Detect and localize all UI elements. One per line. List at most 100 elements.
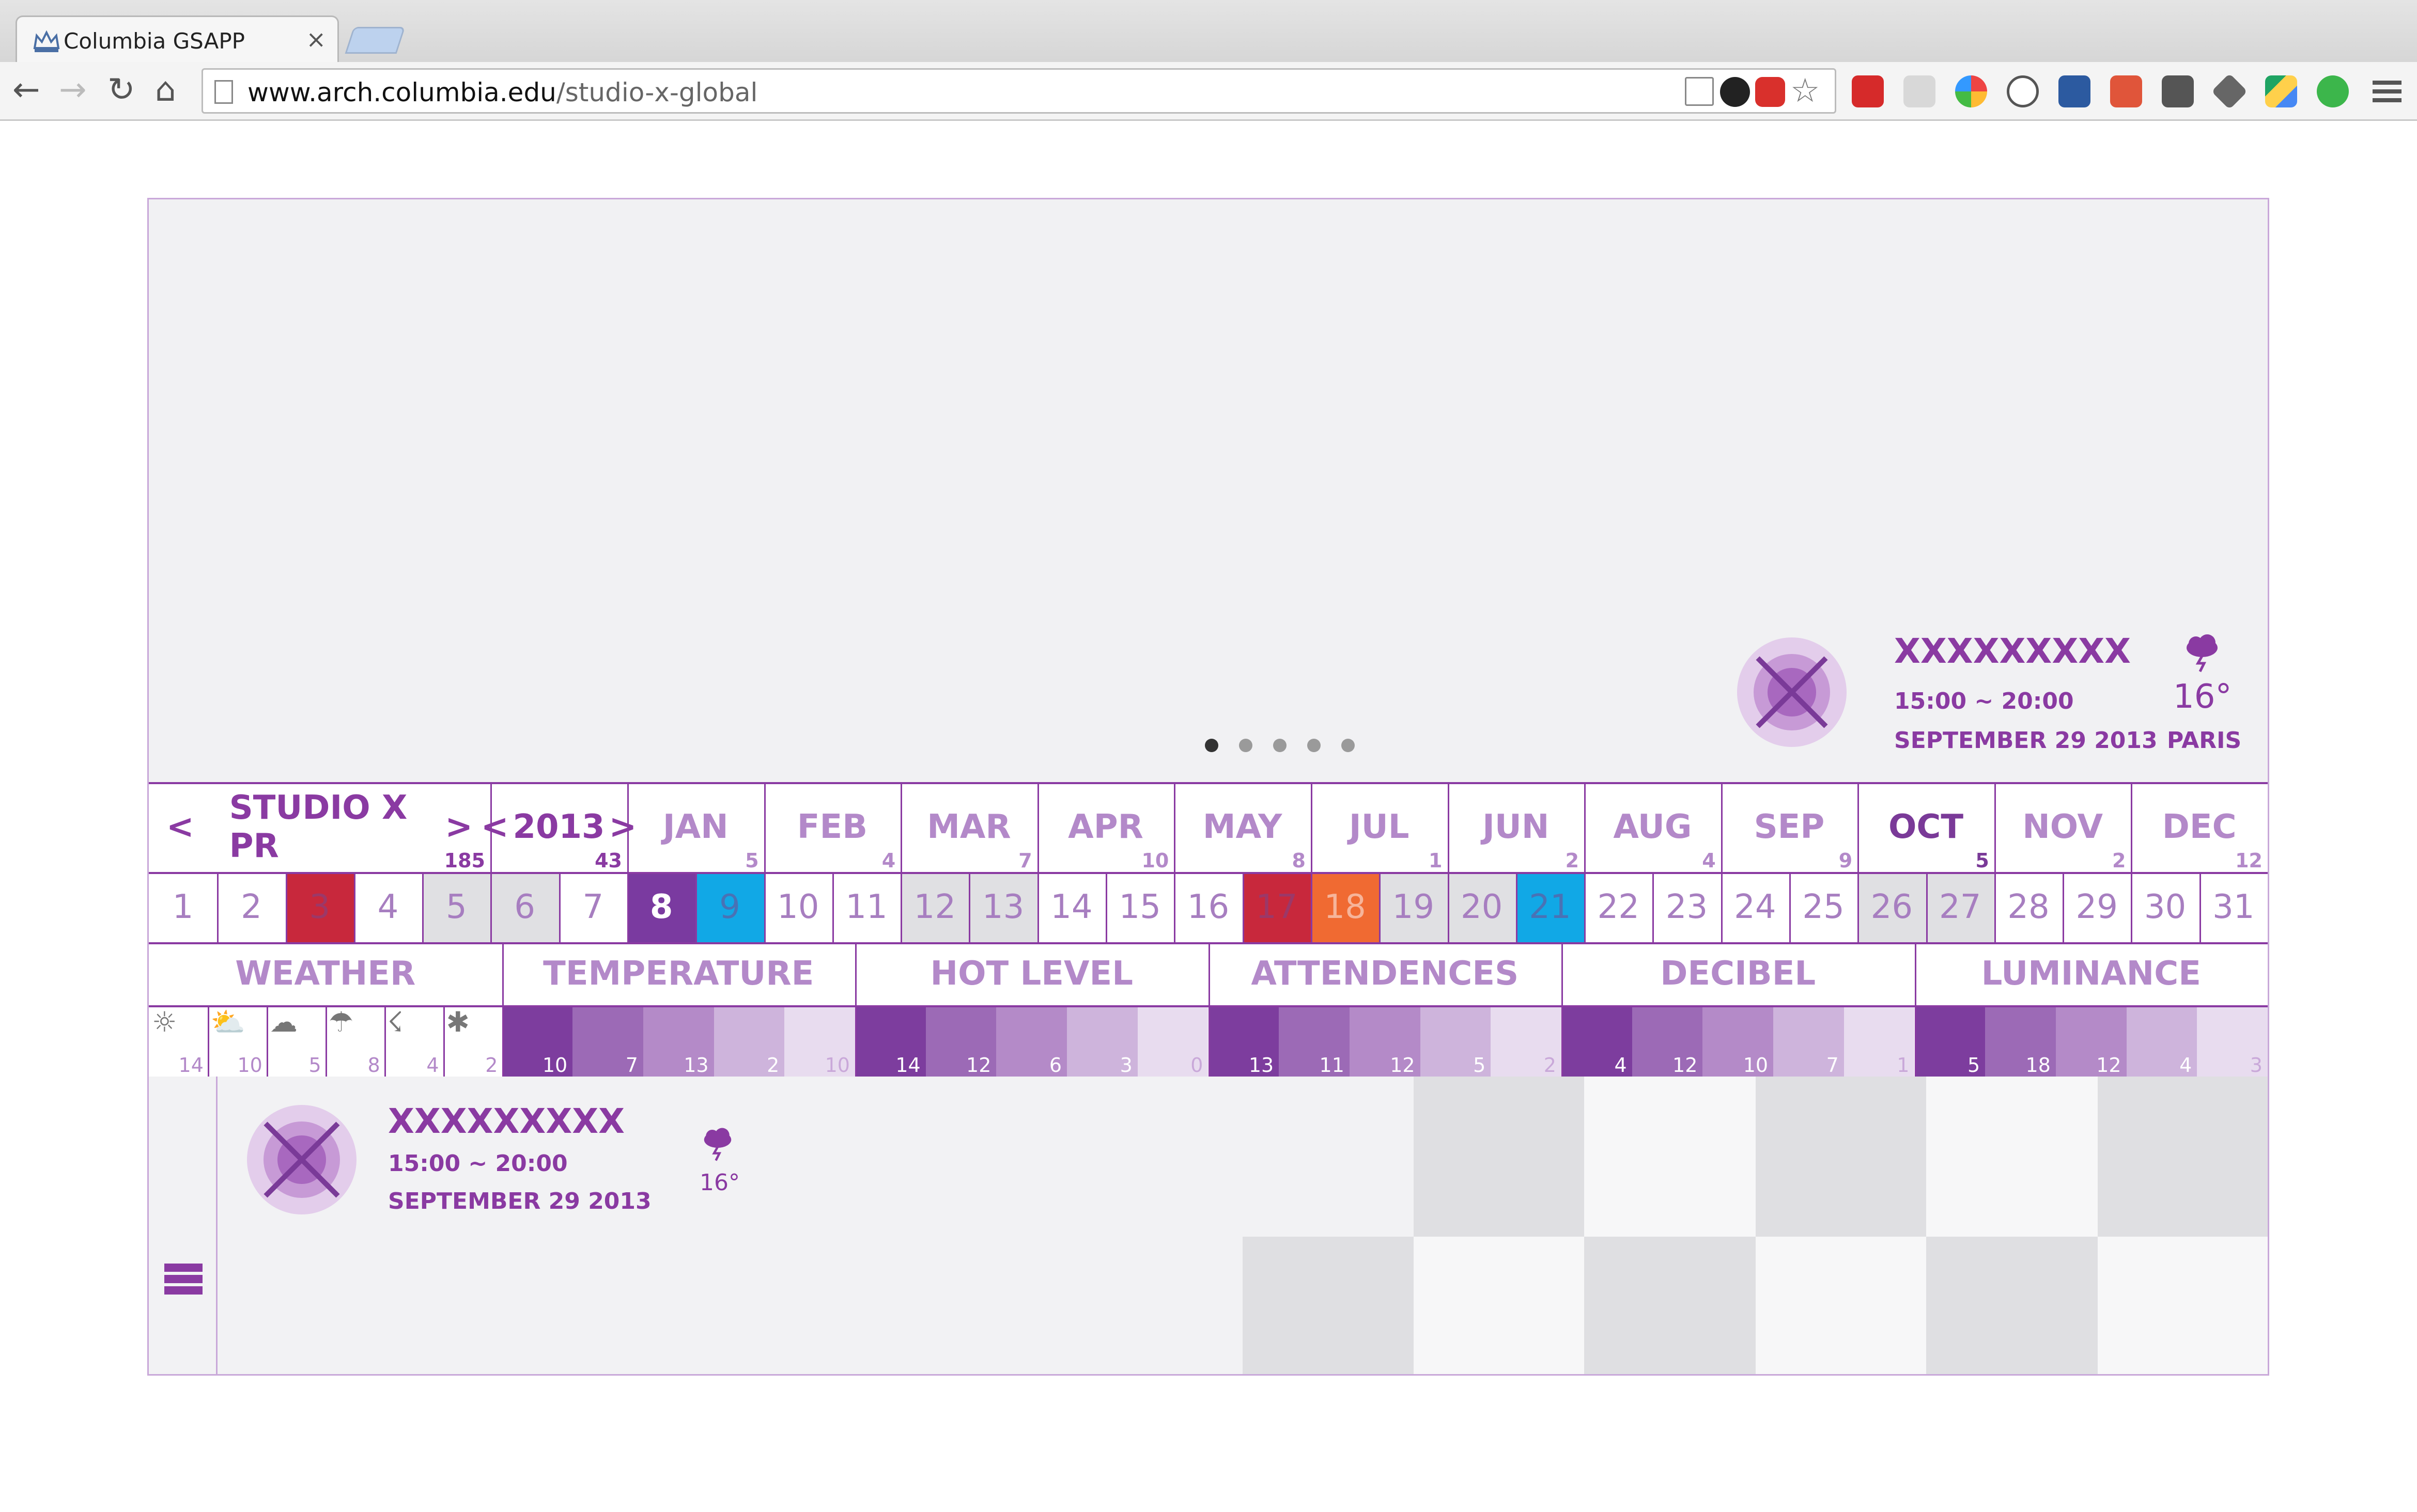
bookmark-star-icon[interactable]: ☆	[1790, 74, 1821, 107]
wikipedia-extension-icon[interactable]	[2007, 75, 2039, 107]
day-5[interactable]: 5	[422, 872, 491, 942]
clock-extension-icon[interactable]	[2058, 75, 2090, 107]
day-24[interactable]: 24	[1721, 872, 1789, 942]
temperature-bar[interactable]: 2	[714, 1005, 785, 1077]
category-weather[interactable]: WEATHER	[149, 942, 502, 1005]
category-luminance[interactable]: LUMINANCE	[1915, 942, 2268, 1005]
day-28[interactable]: 28	[1994, 872, 2063, 942]
tag-extension-icon[interactable]	[2211, 73, 2248, 110]
month-dec[interactable]: DEC 12	[2131, 782, 2268, 872]
day-30[interactable]: 30	[2131, 872, 2199, 942]
address-bar[interactable]: www.arch.columbia.edu/studio-x-global ☆	[202, 68, 1836, 114]
day-29[interactable]: 29	[2063, 872, 2131, 942]
studio-next-button[interactable]: >	[445, 808, 473, 846]
weather-rain[interactable]: ☂ 8	[326, 1005, 384, 1077]
luminance-bar[interactable]: 5	[1914, 1005, 1986, 1077]
luminance-bar[interactable]: 4	[2126, 1005, 2197, 1077]
luminance-bar[interactable]: 18	[1985, 1005, 2056, 1077]
pocket-extension-icon[interactable]	[2162, 75, 2194, 107]
day-21[interactable]: 21	[1515, 872, 1585, 942]
day-11[interactable]: 11	[832, 872, 901, 942]
temperature-bar[interactable]: 10	[502, 1005, 573, 1077]
day-3[interactable]: 3	[285, 872, 354, 942]
month-jan[interactable]: JAN 5	[627, 782, 764, 872]
reader-icon[interactable]	[1685, 77, 1714, 106]
weather-cloud[interactable]: ☁ 5	[267, 1005, 326, 1077]
hot-level-bar[interactable]: 6	[996, 1005, 1067, 1077]
day-19[interactable]: 19	[1379, 872, 1448, 942]
menu-list-icon[interactable]	[164, 1264, 203, 1298]
month-may[interactable]: MAY 8	[1174, 782, 1311, 872]
month-apr[interactable]: APR 10	[1037, 782, 1174, 872]
studio-selector[interactable]: < STUDIO X PR >185	[149, 782, 490, 872]
hot-level-bar[interactable]: 14	[855, 1005, 926, 1077]
browser-menu-icon[interactable]	[2373, 81, 2401, 103]
forward-icon[interactable]: →	[59, 73, 87, 106]
day-9[interactable]: 9	[695, 872, 764, 942]
weather-sun[interactable]: ☼ 14	[149, 1005, 208, 1077]
day-25[interactable]: 25	[1789, 872, 1857, 942]
year-prev-button[interactable]: <	[481, 808, 509, 846]
month-jun[interactable]: JUN 2	[1448, 782, 1585, 872]
spy-icon[interactable]	[1720, 77, 1750, 107]
weather-partly-cloudy[interactable]: ⛅ 10	[208, 1005, 267, 1077]
decibel-bar[interactable]: 4	[1561, 1005, 1632, 1077]
drive-extension-icon[interactable]	[2265, 75, 2297, 107]
category-hot-level[interactable]: HOT LEVEL	[855, 942, 1208, 1005]
day-2[interactable]: 2	[217, 872, 285, 942]
month-aug[interactable]: AUG 4	[1584, 782, 1721, 872]
adblock-icon[interactable]	[1755, 77, 1785, 107]
category-attendences[interactable]: ATTENDENCES	[1208, 942, 1562, 1005]
day-12[interactable]: 12	[901, 872, 969, 942]
home-icon[interactable]: ⌂	[155, 73, 176, 106]
month-jul[interactable]: JUL 1	[1311, 782, 1448, 872]
day-14[interactable]: 14	[1037, 872, 1106, 942]
temperature-bar[interactable]: 7	[572, 1005, 643, 1077]
hot-level-bar[interactable]: 3	[1067, 1005, 1138, 1077]
day-10[interactable]: 10	[764, 872, 832, 942]
month-sep[interactable]: SEP 9	[1721, 782, 1858, 872]
day-6[interactable]: 6	[490, 872, 559, 942]
detail-event-title[interactable]: XXXXXXXXX	[388, 1101, 625, 1141]
hot-level-bar[interactable]: 0	[1137, 1005, 1208, 1077]
day-18[interactable]: 18	[1310, 872, 1380, 942]
month-nov[interactable]: NOV 2	[1994, 782, 2131, 872]
day-4[interactable]: 4	[354, 872, 422, 942]
month-oct[interactable]: OCT 5	[1857, 782, 1994, 872]
day-16[interactable]: 16	[1174, 872, 1242, 942]
day-8[interactable]: 8	[627, 872, 696, 942]
decibel-bar[interactable]: 10	[1702, 1005, 1774, 1077]
weather-snow[interactable]: ✱ 2	[443, 1005, 502, 1077]
reload-icon[interactable]: ↻	[107, 73, 135, 106]
decibel-bar[interactable]: 12	[1632, 1005, 1703, 1077]
day-31[interactable]: 31	[2199, 872, 2268, 942]
back-icon[interactable]: ←	[12, 73, 40, 106]
hot-level-bar[interactable]: 12	[925, 1005, 997, 1077]
color-picker-extension-icon[interactable]	[1955, 75, 1987, 107]
attendences-bar[interactable]: 5	[1420, 1005, 1491, 1077]
tab-close-icon[interactable]: ×	[306, 25, 326, 53]
temperature-bar[interactable]: 13	[643, 1005, 714, 1077]
attendences-bar[interactable]: 2	[1491, 1005, 1561, 1077]
year-selector[interactable]: <2013 >43	[481, 782, 637, 872]
day-27[interactable]: 27	[1926, 872, 1994, 942]
month-feb[interactable]: FEB 4	[764, 782, 901, 872]
attendences-bar[interactable]: 12	[1349, 1005, 1420, 1077]
decibel-bar[interactable]: 7	[1773, 1005, 1844, 1077]
studio-prev-button[interactable]: <	[166, 808, 194, 846]
day-13[interactable]: 13	[969, 872, 1037, 942]
luminance-bar[interactable]: 12	[2055, 1005, 2127, 1077]
day-22[interactable]: 22	[1584, 872, 1652, 942]
new-tab-button[interactable]	[345, 27, 406, 54]
evernote-extension-icon[interactable]	[1852, 75, 1884, 107]
day-1[interactable]: 1	[149, 872, 217, 942]
category-temperature[interactable]: TEMPERATURE	[502, 942, 856, 1005]
day-17[interactable]: 17	[1242, 872, 1311, 942]
green-extension-icon[interactable]	[2317, 75, 2349, 107]
day-26[interactable]: 26	[1857, 872, 1926, 942]
decibel-bar[interactable]: 1	[1843, 1005, 1915, 1077]
browser-tab[interactable]: Columbia GSAPP ×	[16, 15, 339, 64]
attendences-bar[interactable]: 13	[1208, 1005, 1279, 1077]
attendences-bar[interactable]: 11	[1279, 1005, 1350, 1077]
luminance-bar[interactable]: 3	[2197, 1005, 2268, 1077]
